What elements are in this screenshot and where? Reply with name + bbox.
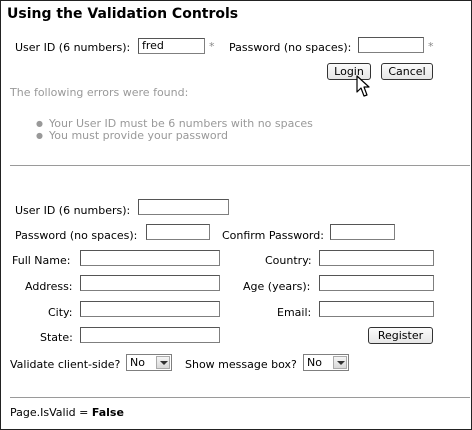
register-password-label: Password (no spaces): [15, 229, 138, 242]
register-userid-label: User ID (6 numbers): [15, 204, 131, 217]
email-label: Email: [277, 306, 312, 319]
login-password-input[interactable] [358, 37, 424, 53]
chevron-down-icon[interactable] [156, 356, 170, 369]
page-valid-label: Page.IsValid = [10, 406, 89, 419]
login-password-label: Password (no spaces): [229, 41, 352, 54]
register-userid-input[interactable] [138, 199, 229, 215]
validation-summary-header: The following errors were found: [10, 86, 189, 99]
confirm-password-label: Confirm Password: [222, 229, 324, 242]
client-side-select-value: No [130, 356, 145, 369]
age-label: Age (years): [243, 280, 311, 293]
message-box-label: Show message box? [185, 358, 297, 371]
section-divider [10, 397, 470, 398]
login-userid-input[interactable]: fred [138, 38, 205, 54]
login-userid-required-marker: * [209, 40, 215, 53]
confirm-password-input[interactable] [330, 224, 395, 240]
client-side-select[interactable]: No [126, 354, 172, 371]
city-label: City: [48, 306, 73, 319]
mouse-pointer-icon [356, 75, 370, 97]
state-label: State: [40, 331, 73, 344]
login-password-required-marker: * [428, 40, 434, 53]
address-input[interactable] [80, 275, 220, 291]
country-input[interactable] [319, 250, 434, 266]
client-side-label: Validate client-side? [10, 358, 121, 371]
city-input[interactable] [80, 301, 220, 317]
cancel-button[interactable]: Cancel [381, 63, 433, 80]
register-button[interactable]: Register [368, 327, 433, 344]
full-name-label: Full Name: [12, 254, 71, 267]
full-name-input[interactable] [80, 250, 220, 266]
state-input[interactable] [80, 327, 220, 343]
age-input[interactable] [319, 275, 434, 291]
page-frame: Using the Validation Controls User ID (6… [0, 0, 472, 430]
login-userid-label: User ID (6 numbers): [15, 41, 131, 54]
register-password-input[interactable] [146, 224, 210, 240]
chevron-down-icon[interactable] [333, 356, 347, 369]
address-label: Address: [25, 280, 73, 293]
page-valid-status: Page.IsValid = False [10, 406, 124, 419]
email-input[interactable] [319, 301, 434, 317]
page-valid-value: False [91, 406, 124, 419]
validation-error-item: You must provide your password [36, 129, 228, 142]
section-divider [10, 165, 470, 166]
message-box-select[interactable]: No [303, 354, 349, 371]
country-label: Country: [265, 254, 312, 267]
page-title: Using the Validation Controls [7, 6, 239, 22]
message-box-select-value: No [307, 356, 322, 369]
